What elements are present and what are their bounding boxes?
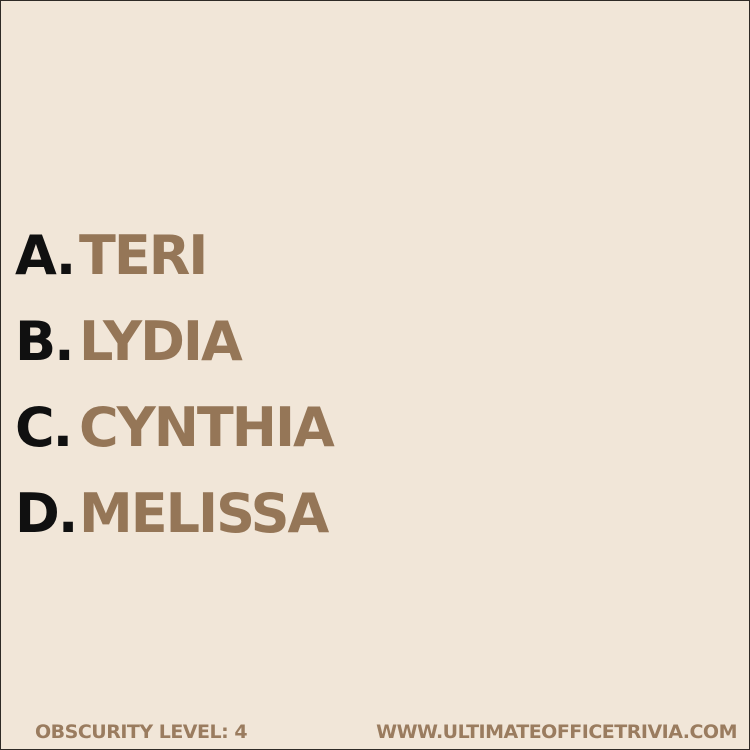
option-letter: C. bbox=[15, 396, 73, 459]
website-link: WWW.ULTIMATEOFFICETRIVIA.COM bbox=[376, 721, 737, 743]
answer-options: A. TERI B. LYDIA C. CYNTHIA D. MELISSA bbox=[15, 213, 335, 557]
option-letter: D. bbox=[15, 482, 78, 545]
obscurity-level: OBSCURITY LEVEL: 4 bbox=[35, 721, 248, 743]
option-c: C. CYNTHIA bbox=[15, 385, 335, 471]
option-text: CYNTHIA bbox=[79, 396, 335, 459]
trivia-card: A. TERI B. LYDIA C. CYNTHIA D. MELISSA O… bbox=[1, 1, 749, 749]
option-text: MELISSA bbox=[79, 482, 329, 545]
option-letter: B. bbox=[15, 310, 75, 373]
option-letter: A. bbox=[15, 224, 76, 287]
option-a: A. TERI bbox=[15, 213, 333, 299]
option-b: B. LYDIA bbox=[15, 299, 333, 385]
option-d: D. MELISSA bbox=[15, 471, 333, 557]
option-text: TERI bbox=[79, 224, 208, 287]
option-text: LYDIA bbox=[79, 310, 243, 373]
